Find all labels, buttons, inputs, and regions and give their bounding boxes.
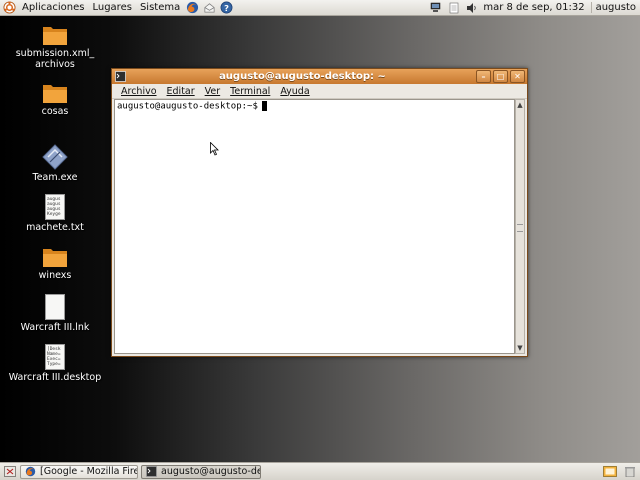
- shell-prompt: augusto@augusto-desktop:~$: [117, 101, 258, 112]
- desktop-icon-label: cosas: [41, 106, 69, 117]
- user-switcher[interactable]: augusto: [590, 2, 640, 13]
- close-icon: ✕: [514, 72, 521, 81]
- menu-aplicaciones[interactable]: Aplicaciones: [18, 0, 88, 15]
- desktop-file-icon: [Desk Name= Exec= Type=: [45, 344, 65, 370]
- svg-text:?: ?: [224, 3, 229, 13]
- volume-icon[interactable]: [466, 2, 478, 14]
- bottom-panel: [Google - Mozilla Firef... augusto@augus…: [0, 462, 640, 480]
- terminal-window[interactable]: augusto@augusto-desktop: ~ – □ ✕ Archivo…: [111, 68, 528, 357]
- maximize-icon: □: [496, 72, 505, 81]
- desktop-icon-label: Warcraft III.desktop: [8, 372, 102, 383]
- scrollbar-grip[interactable]: [517, 223, 523, 232]
- menu-ver[interactable]: Ver: [200, 86, 226, 97]
- help-launcher-icon[interactable]: ?: [220, 1, 233, 14]
- maximize-button[interactable]: □: [493, 70, 508, 83]
- desktop-icon-warcraft-desktop[interactable]: [Desk Name= Exec= Type= Warcraft III.des…: [0, 344, 110, 383]
- firefox-launcher-icon[interactable]: [186, 1, 199, 14]
- menu-lugares[interactable]: Lugares: [88, 0, 135, 15]
- preview-line: Type=: [47, 362, 61, 367]
- menu-terminal[interactable]: Terminal: [225, 86, 275, 97]
- show-desktop-icon[interactable]: [4, 466, 16, 477]
- minimize-button[interactable]: –: [476, 70, 491, 83]
- terminal-icon: [146, 466, 157, 477]
- network-icon[interactable]: [430, 2, 442, 14]
- exe-icon: [42, 144, 68, 170]
- taskbar-item-terminal[interactable]: augusto@augusto-des...: [141, 464, 261, 479]
- folder-icon: [43, 85, 67, 103]
- scroll-up-icon[interactable]: ▲: [516, 100, 524, 110]
- vertical-scrollbar[interactable]: ▲ ▼: [515, 99, 525, 354]
- menu-archivo[interactable]: Archivo: [116, 86, 162, 97]
- notes-icon[interactable]: [448, 2, 460, 14]
- task-label: [Google - Mozilla Firef...: [40, 466, 138, 477]
- terminal-menubar: Archivo Editar Ver Terminal Ayuda: [112, 84, 527, 99]
- desktop-icon-label: machete.txt: [26, 222, 84, 233]
- desktop-icon-submission-folder[interactable]: submission.xml_ archivos: [0, 24, 110, 70]
- menu-editar[interactable]: Editar: [162, 86, 200, 97]
- desktop-icon-label: Team.exe: [32, 172, 78, 183]
- minimize-icon: –: [481, 72, 486, 81]
- desktop-icon-label: winexs: [38, 270, 72, 281]
- window-title: augusto@augusto-desktop: ~: [219, 71, 386, 82]
- taskbar-item-firefox[interactable]: [Google - Mozilla Firef...: [20, 464, 138, 479]
- blank-file-icon: [45, 294, 65, 320]
- folder-icon: [43, 249, 67, 267]
- folder-icon: [43, 27, 67, 45]
- desktop-icon-machete-txt[interactable]: augus augus augus Keyge machete.txt: [0, 194, 110, 233]
- desktop-icon-cosas-folder[interactable]: cosas: [0, 82, 110, 117]
- terminal-text-area[interactable]: augusto@augusto-desktop:~$: [114, 99, 515, 354]
- window-titlebar[interactable]: augusto@augusto-desktop: ~ – □ ✕: [112, 69, 527, 84]
- system-tray: mar 8 de sep, 01:32 augusto: [427, 0, 640, 15]
- text-cursor: [261, 101, 267, 111]
- firefox-icon: [25, 466, 36, 477]
- mouse-pointer-icon: [210, 142, 219, 156]
- clock[interactable]: mar 8 de sep, 01:32: [481, 2, 590, 13]
- desktop-icon-team-exe[interactable]: Team.exe: [0, 144, 110, 183]
- text-file-icon: augus augus augus Keyge: [45, 194, 65, 220]
- mail-launcher-icon[interactable]: [203, 1, 216, 14]
- terminal-icon[interactable]: [115, 71, 126, 82]
- trash-icon[interactable]: [623, 466, 637, 477]
- menu-ayuda[interactable]: Ayuda: [275, 86, 314, 97]
- close-button[interactable]: ✕: [510, 70, 525, 83]
- workspace-area: [600, 466, 640, 477]
- desktop-icon-label: submission.xml_ archivos: [15, 48, 95, 70]
- desktop-icon-warcraft-lnk[interactable]: Warcraft III.lnk: [0, 294, 110, 333]
- desktop-icon-label: Warcraft III.lnk: [20, 322, 90, 333]
- top-panel: Aplicaciones Lugares Sistema ? mar 8 de …: [0, 0, 640, 16]
- ubuntu-logo-icon[interactable]: [3, 1, 16, 14]
- desktop-icon-winexs-folder[interactable]: winexs: [0, 246, 110, 281]
- preview-line: Keyge: [47, 212, 61, 217]
- workspace-switcher-icon[interactable]: [603, 466, 617, 477]
- scroll-down-icon[interactable]: ▼: [516, 343, 524, 353]
- task-label: augusto@augusto-des...: [161, 466, 260, 477]
- menu-sistema[interactable]: Sistema: [136, 0, 184, 15]
